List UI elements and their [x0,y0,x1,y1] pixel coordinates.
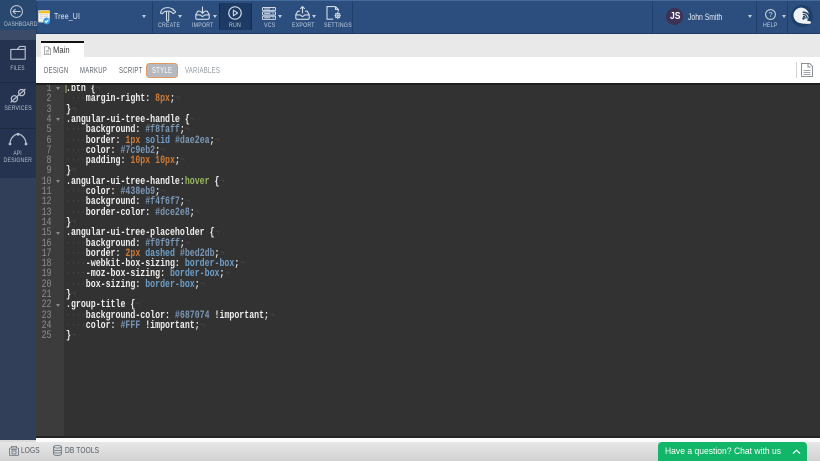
svg-text:?: ? [768,10,772,19]
